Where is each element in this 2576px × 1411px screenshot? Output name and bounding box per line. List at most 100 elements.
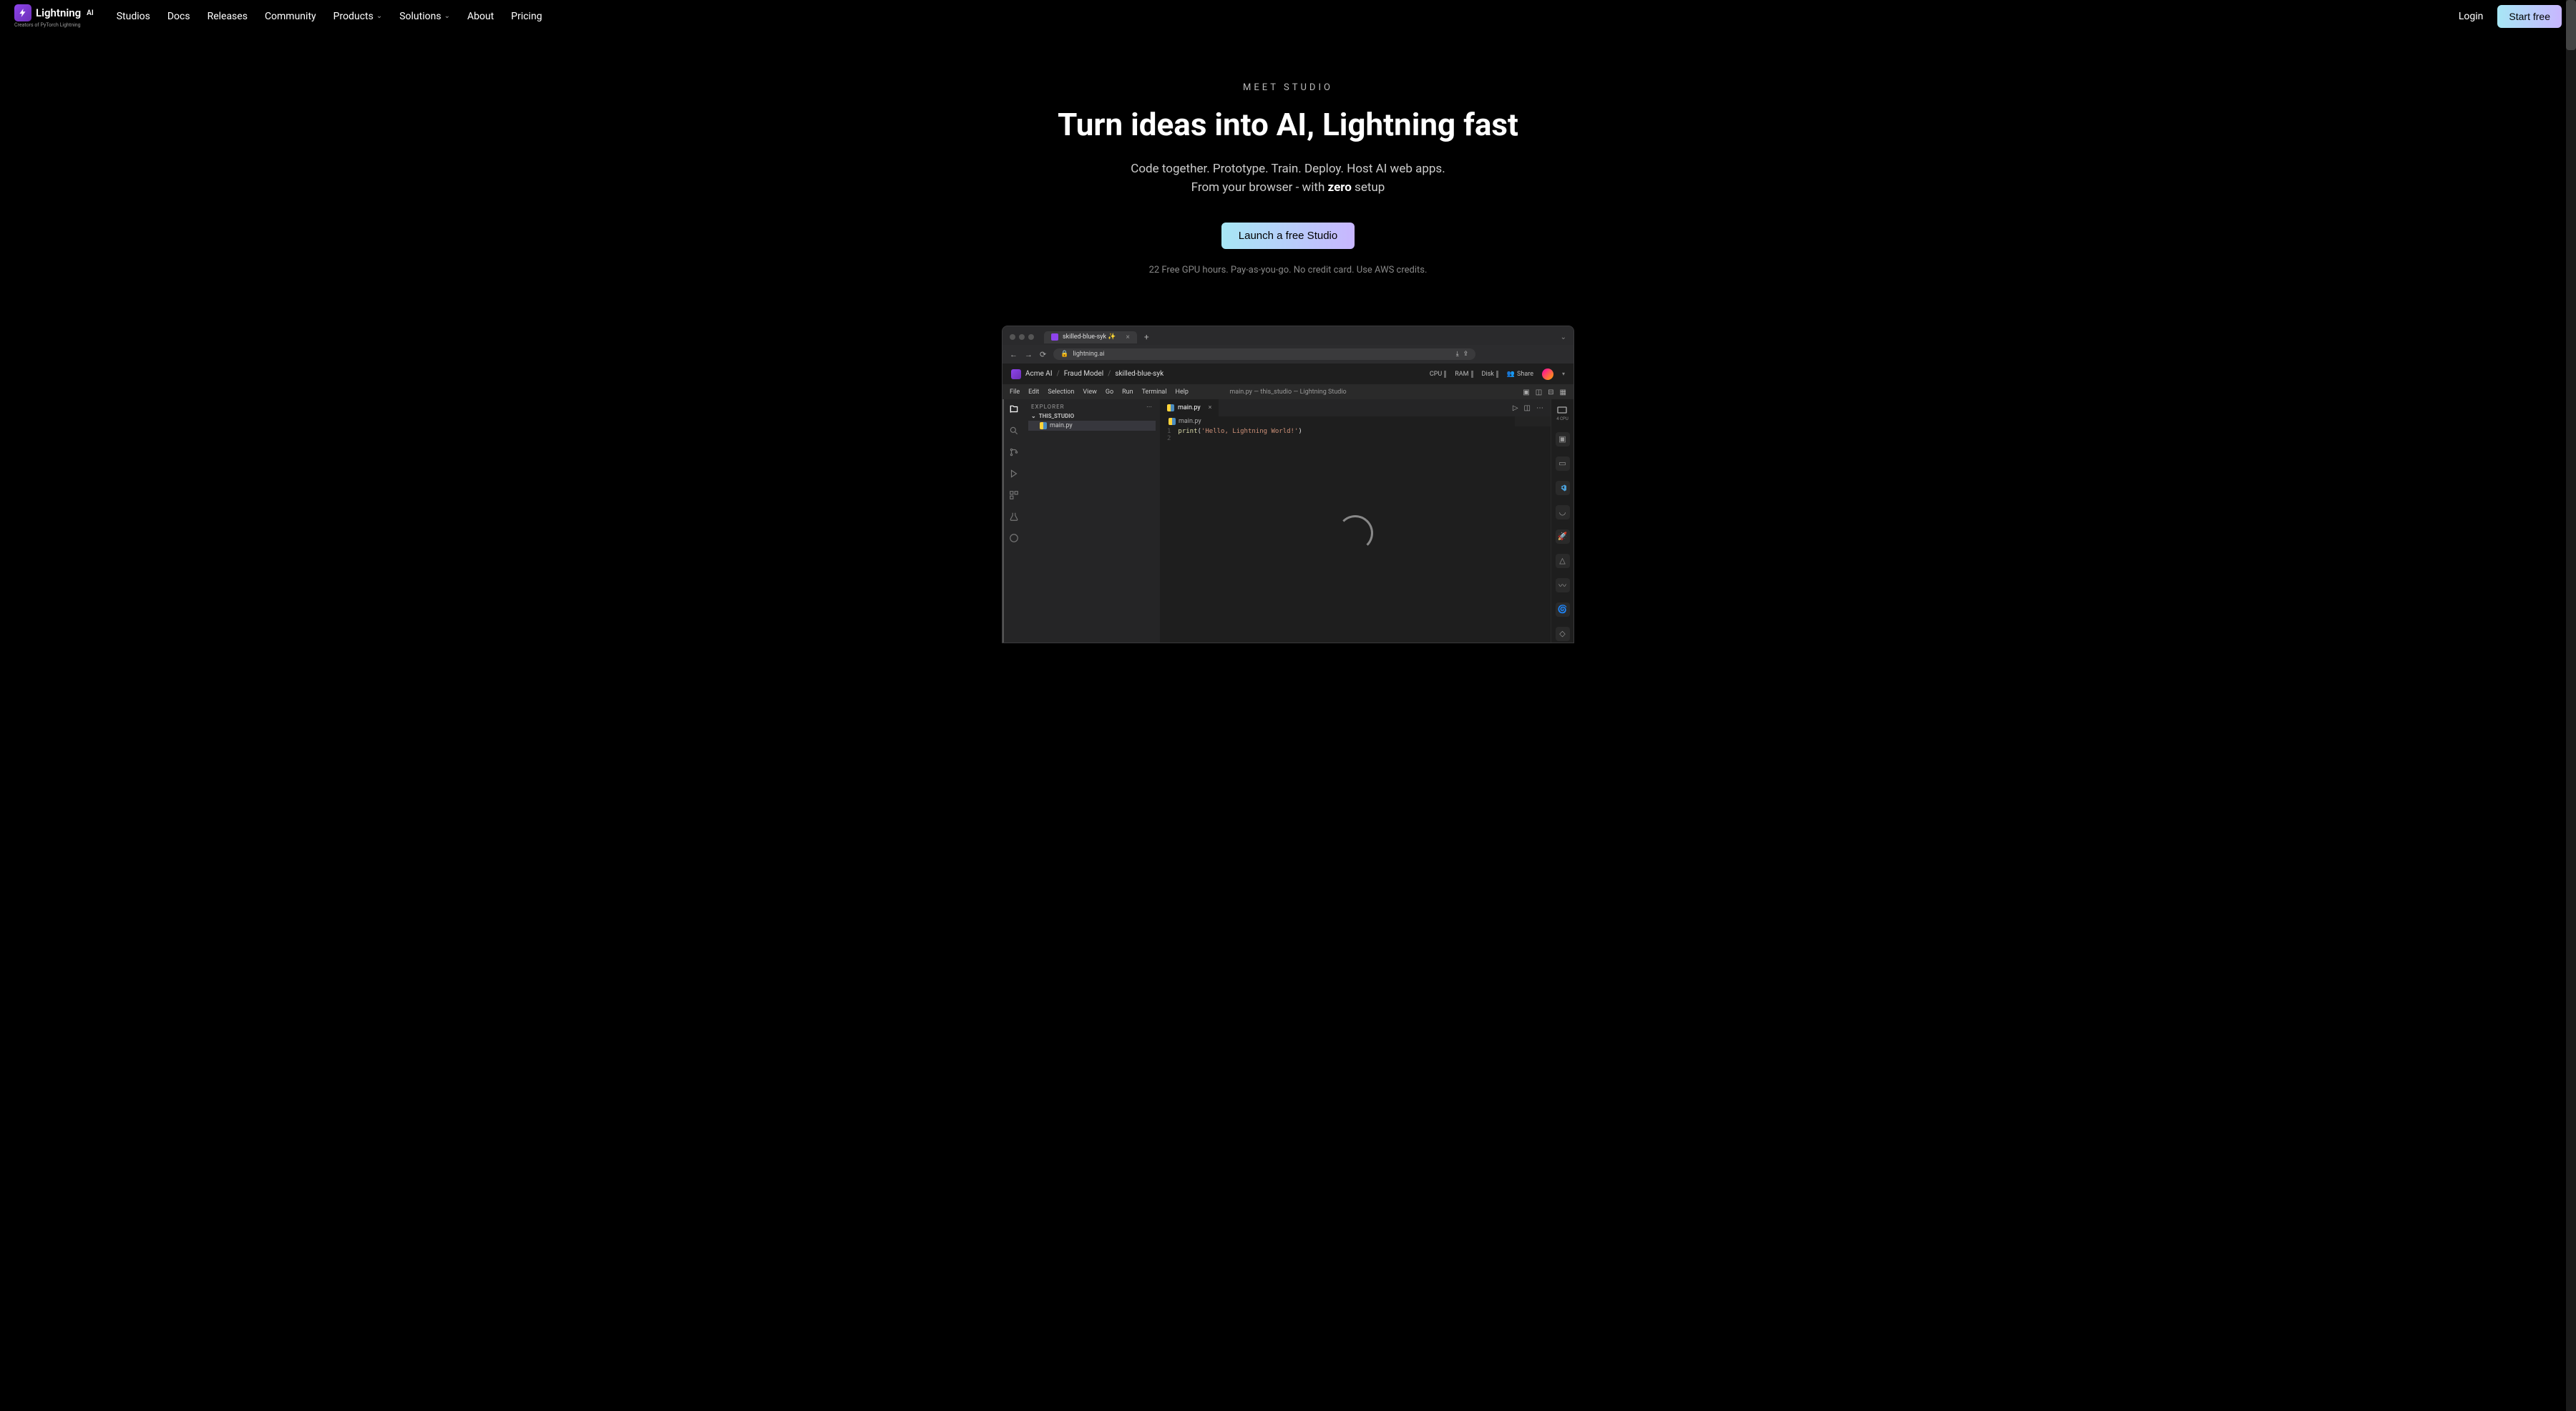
- notebook-tool-icon[interactable]: ▭: [1556, 456, 1570, 471]
- toggle-sidebar-icon[interactable]: ◫: [1536, 389, 1542, 396]
- nav-studios[interactable]: Studios: [117, 11, 150, 22]
- folder-name: THIS_STUDIO: [1039, 413, 1074, 419]
- user-menu-chevron-icon[interactable]: ▾: [1562, 371, 1565, 377]
- more-tool-icon[interactable]: ◇: [1556, 627, 1570, 641]
- nav-solutions[interactable]: Solutions⌄: [399, 11, 450, 22]
- app-logo-icon[interactable]: [1011, 369, 1021, 379]
- compute-selector[interactable]: 4 CPU: [1556, 404, 1568, 422]
- more-actions-icon[interactable]: ⋯: [1536, 404, 1543, 412]
- nav-docs[interactable]: Docs: [167, 11, 190, 22]
- menu-selection[interactable]: Selection: [1048, 389, 1074, 396]
- user-avatar[interactable]: [1542, 368, 1553, 380]
- nav-products[interactable]: Products⌄: [333, 11, 383, 22]
- address-bar[interactable]: 🔒 lightning.ai ⤓ ⇪: [1053, 348, 1475, 360]
- nav-community[interactable]: Community: [265, 11, 316, 22]
- streamlit-tool-icon[interactable]: 〰: [1556, 578, 1570, 592]
- remote-icon[interactable]: [1008, 532, 1020, 544]
- maximize-dot-icon[interactable]: [1028, 334, 1034, 340]
- new-tab-icon[interactable]: +: [1144, 332, 1149, 342]
- menu-help[interactable]: Help: [1176, 389, 1189, 396]
- start-free-button[interactable]: Start free: [2497, 5, 2562, 28]
- toggle-bottom-icon[interactable]: ⊟: [1548, 389, 1553, 396]
- breadcrumb-studio[interactable]: skilled-blue-syk: [1115, 370, 1163, 378]
- page-scrollbar[interactable]: [2566, 0, 2576, 1411]
- site-header: LightningAI Creators of PyTorch Lightnin…: [0, 0, 2576, 32]
- logo[interactable]: LightningAI Creators of PyTorch Lightnin…: [14, 4, 94, 28]
- forward-icon[interactable]: →: [1025, 350, 1033, 359]
- jupyter-tool-icon[interactable]: ◡: [1556, 505, 1570, 519]
- hero-note: 22 Free GPU hours. Pay-as-you-go. No cre…: [14, 265, 2562, 275]
- breadcrumb: Acme AI / Fraud Model / skilled-blue-syk: [1011, 369, 1163, 379]
- loading-spinner: [1337, 515, 1373, 551]
- nav-pricing[interactable]: Pricing: [511, 11, 542, 22]
- close-tab-icon[interactable]: ×: [1209, 404, 1212, 411]
- menu-run[interactable]: Run: [1122, 389, 1133, 396]
- share-icon[interactable]: ⇪: [1463, 351, 1469, 358]
- chevron-down-icon: ⌄: [376, 12, 382, 20]
- layout-icon[interactable]: ▦: [1560, 389, 1566, 396]
- menu-file[interactable]: File: [1010, 389, 1020, 396]
- chevron-down-icon: ⌄: [1031, 413, 1036, 419]
- explorer-more-icon[interactable]: ⋯: [1146, 404, 1153, 410]
- back-icon[interactable]: ←: [1010, 350, 1018, 359]
- vscode-tool-icon[interactable]: [1556, 481, 1570, 495]
- menu-view[interactable]: View: [1083, 389, 1096, 396]
- lock-icon: 🔒: [1060, 351, 1068, 358]
- window-controls[interactable]: [1010, 334, 1034, 340]
- run-debug-icon[interactable]: [1008, 468, 1020, 479]
- extensions-icon[interactable]: [1008, 489, 1020, 501]
- hero-eyebrow: MEET STUDIO: [14, 82, 2562, 93]
- code-line: [1178, 435, 1302, 442]
- run-file-icon[interactable]: ▷: [1513, 404, 1518, 412]
- breadcrumb-sep: /: [1057, 370, 1060, 378]
- beaker-icon[interactable]: [1008, 511, 1020, 522]
- explorer-icon[interactable]: [1008, 404, 1020, 415]
- ide-menu-bar: File Edit Selection View Go Run Terminal…: [1002, 385, 1574, 399]
- split-editor-icon[interactable]: ◫: [1524, 404, 1531, 412]
- menu-terminal[interactable]: Terminal: [1142, 389, 1167, 396]
- nav-releases[interactable]: Releases: [208, 11, 248, 22]
- terminal-tool-icon[interactable]: ▣: [1556, 432, 1570, 446]
- cpu-metric[interactable]: CPU: [1430, 371, 1446, 378]
- menu-go[interactable]: Go: [1106, 389, 1113, 396]
- gradio-tool-icon[interactable]: 🌀: [1556, 602, 1570, 617]
- toggle-panel-icon[interactable]: ▣: [1523, 389, 1529, 396]
- tensorboard-tool-icon[interactable]: △: [1556, 554, 1570, 568]
- share-button[interactable]: 👥Share: [1507, 371, 1533, 378]
- install-icon[interactable]: ⤓: [1456, 351, 1459, 358]
- menu-edit[interactable]: Edit: [1028, 389, 1039, 396]
- launch-studio-button[interactable]: Launch a free Studio: [1221, 223, 1355, 249]
- source-control-icon[interactable]: [1008, 446, 1020, 458]
- explorer-panel: EXPLORER ⋯ ⌄ THIS_STUDIO main.py: [1024, 399, 1160, 643]
- search-icon[interactable]: [1008, 425, 1020, 436]
- reload-icon[interactable]: ⟳: [1040, 350, 1046, 359]
- ide: File Edit Selection View Go Run Terminal…: [1002, 385, 1574, 643]
- python-file-icon: [1040, 422, 1047, 429]
- explorer-folder[interactable]: ⌄ THIS_STUDIO: [1028, 411, 1156, 421]
- editor-breadcrumb[interactable]: main.py: [1160, 416, 1551, 426]
- browser-tab[interactable]: skilled-blue-syk ✨ ×: [1044, 331, 1137, 343]
- explorer-file[interactable]: main.py: [1028, 421, 1156, 431]
- browser-mockup: skilled-blue-syk ✨ × + ⌄ ← → ⟳ 🔒 lightni…: [1002, 326, 1574, 643]
- hero-sub-line1: Code together. Prototype. Train. Deploy.…: [14, 160, 2562, 179]
- line-number: 2: [1167, 435, 1171, 442]
- editor-tab[interactable]: main.py ×: [1160, 399, 1219, 416]
- nav-about[interactable]: About: [467, 11, 494, 22]
- logo-sup: AI: [87, 9, 94, 17]
- breadcrumb-org[interactable]: Acme AI: [1025, 370, 1053, 378]
- close-tab-icon[interactable]: ×: [1126, 333, 1129, 341]
- logo-text: Lightning: [36, 6, 81, 19]
- minimap[interactable]: [1515, 416, 1551, 426]
- login-link[interactable]: Login: [2459, 11, 2484, 22]
- breadcrumb-project[interactable]: Fraud Model: [1064, 370, 1103, 378]
- ram-metric[interactable]: RAM: [1455, 371, 1473, 378]
- minimize-dot-icon[interactable]: [1019, 334, 1025, 340]
- hero-subtitle: Code together. Prototype. Train. Deploy.…: [14, 160, 2562, 197]
- deploy-tool-icon[interactable]: 🚀: [1556, 529, 1570, 544]
- code-editor[interactable]: 1 2 print('Hello, Lightning World!'): [1160, 426, 1551, 444]
- editor-area: main.py × ▷ ◫ ⋯ main.py 1 2: [1160, 399, 1551, 643]
- disk-metric[interactable]: Disk: [1482, 371, 1498, 378]
- tabs-overflow-icon[interactable]: ⌄: [1561, 333, 1566, 341]
- close-dot-icon[interactable]: [1010, 334, 1015, 340]
- people-icon: 👥: [1507, 371, 1515, 378]
